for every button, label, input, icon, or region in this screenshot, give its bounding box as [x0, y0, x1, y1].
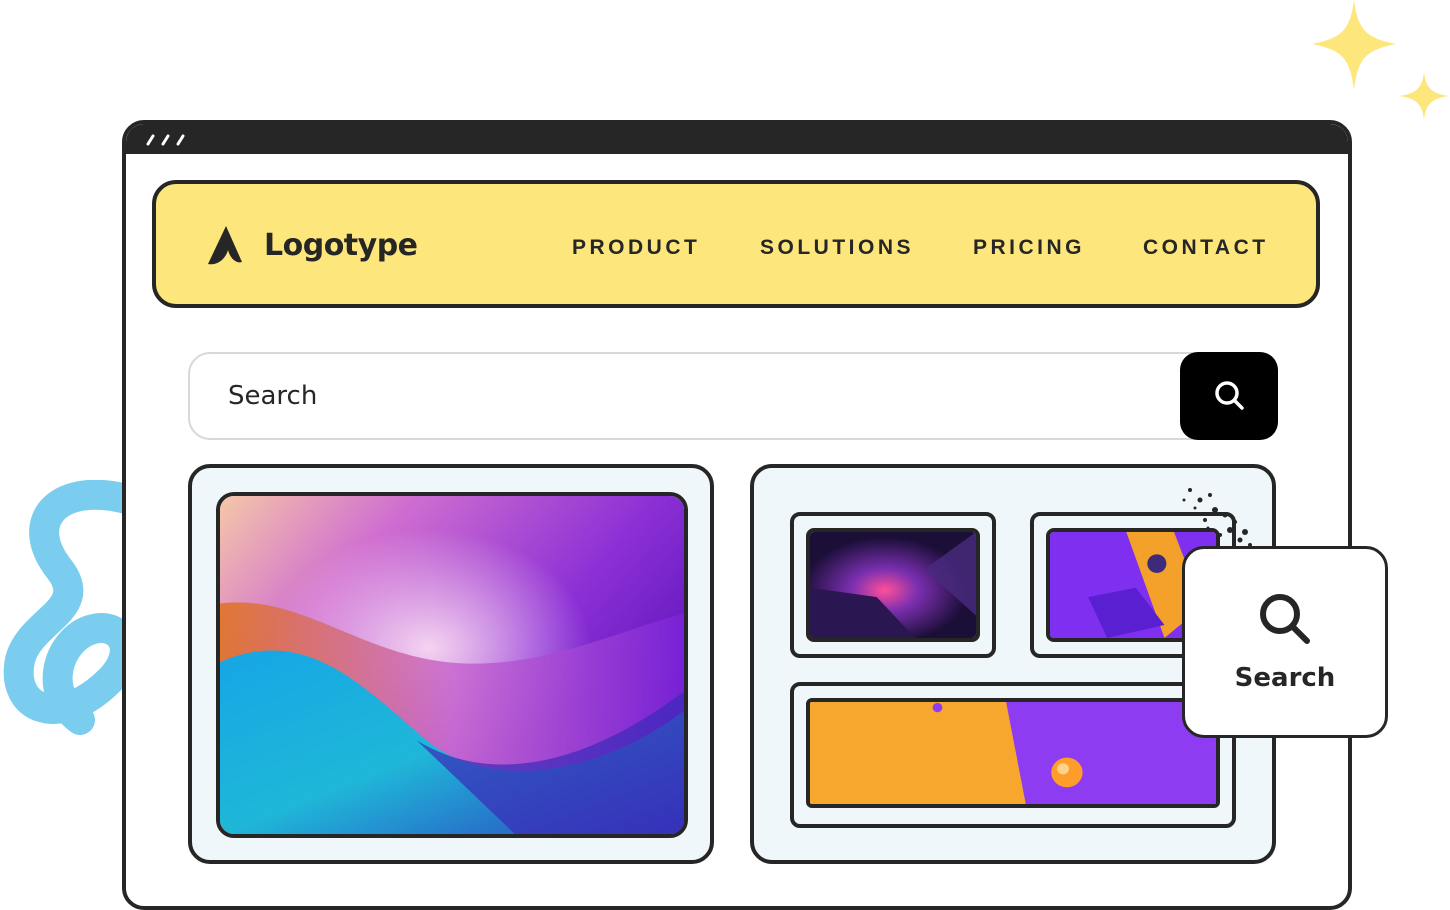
thumbnail-card[interactable] — [790, 512, 996, 658]
logo-icon[interactable] — [206, 224, 250, 268]
nav-item-solutions[interactable]: SOLUTIONS — [760, 236, 914, 260]
thumbnail-card-wide[interactable] — [790, 682, 1236, 828]
window-titlebar — [126, 124, 1348, 154]
search-input[interactable]: Search — [188, 352, 1218, 440]
sparkle-decoration — [1312, 0, 1448, 120]
thumbnail-image[interactable] — [806, 528, 980, 642]
search-button[interactable] — [1180, 352, 1278, 440]
featured-card[interactable] — [188, 464, 714, 864]
squiggle-decoration — [3, 480, 140, 735]
navbar: Logotype PRODUCT SOLUTIONS PRICING CONTA… — [152, 180, 1320, 308]
logo-text[interactable]: Logotype — [264, 228, 418, 263]
search-icon — [1215, 381, 1244, 410]
window-controls-icon — [146, 134, 185, 146]
thumbnail-image-wide[interactable] — [806, 698, 1220, 808]
tooltip-label: Search — [1234, 663, 1336, 693]
nav-item-contact[interactable]: CONTACT — [1143, 236, 1269, 260]
featured-image[interactable] — [216, 492, 688, 838]
search-icon — [1260, 594, 1310, 644]
nav-item-pricing[interactable]: PRICING — [973, 236, 1085, 260]
search-tooltip[interactable]: Search — [1182, 546, 1388, 738]
nav-item-product[interactable]: PRODUCT — [572, 236, 700, 260]
